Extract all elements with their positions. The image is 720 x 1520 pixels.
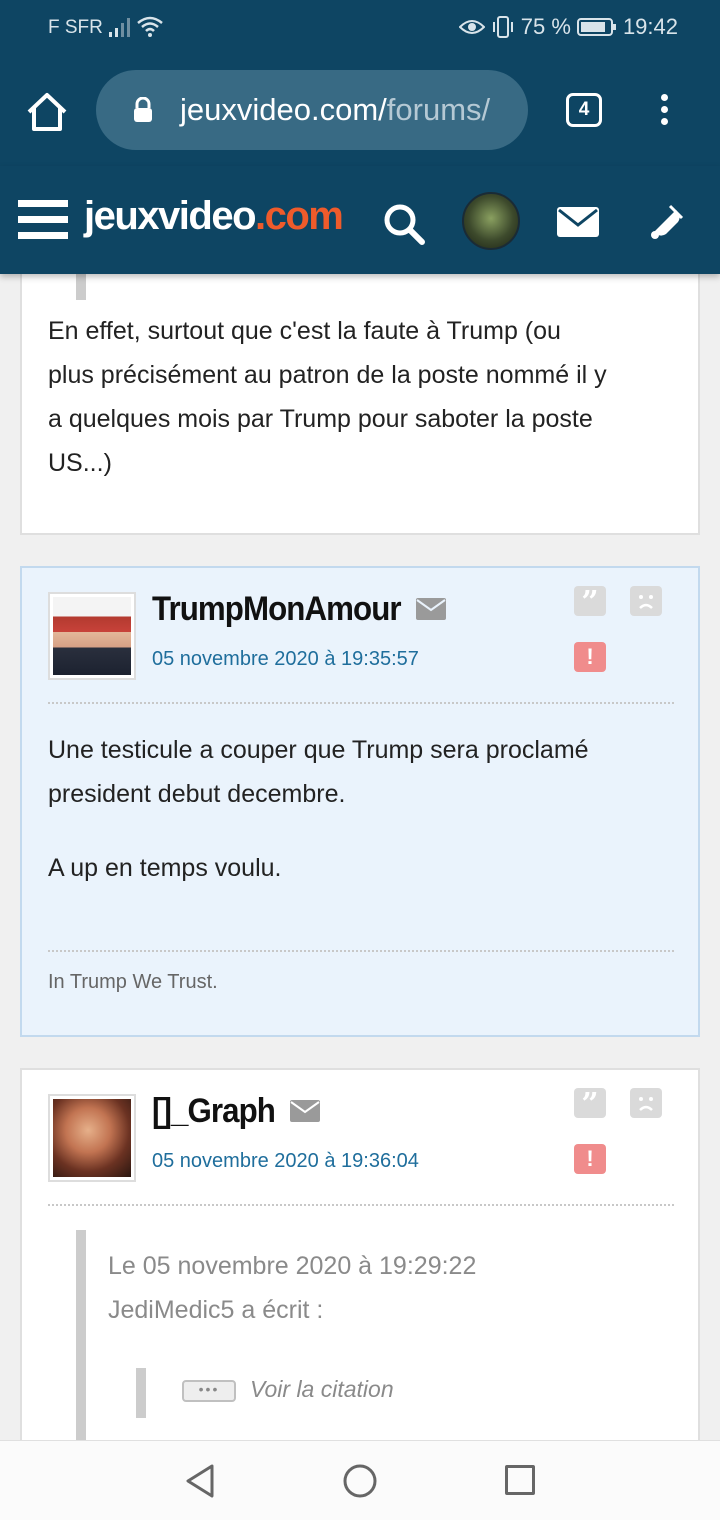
author-avatar[interactable] bbox=[48, 1094, 136, 1182]
wifi-icon bbox=[137, 16, 163, 37]
forum-content: En effet, surtout que c'est la faute à T… bbox=[0, 274, 720, 1440]
mail-icon[interactable] bbox=[416, 598, 446, 620]
menu-icon[interactable] bbox=[18, 200, 68, 242]
browser-toolbar: jeuxvideo.com/forums/ 4 bbox=[0, 56, 720, 166]
alert-icon[interactable]: ! bbox=[574, 1144, 606, 1174]
post-line: A up en temps voulu. bbox=[48, 854, 282, 882]
forum-post: TrumpMonAmour 05 novembre 2020 à 19:35:5… bbox=[20, 566, 700, 1037]
post-signature: In Trump We Trust. bbox=[48, 971, 218, 993]
quote-header: Le 05 novembre 2020 à 19:29:22 JediMedic… bbox=[108, 1244, 476, 1332]
quote-bar bbox=[76, 274, 86, 300]
clock: 19:42 bbox=[622, 14, 678, 39]
home-icon[interactable] bbox=[26, 92, 68, 132]
post-line: a quelques mois par Trump pour saboter l… bbox=[48, 405, 593, 433]
search-icon[interactable] bbox=[382, 202, 426, 246]
quote-author: JediMedic5 a écrit : bbox=[108, 1296, 324, 1324]
site-header: jeuxvideo.com bbox=[0, 166, 720, 274]
site-logo[interactable]: jeuxvideo.com bbox=[84, 194, 344, 239]
notification-bell-icon[interactable] bbox=[646, 202, 686, 242]
carrier-label: F SFR bbox=[48, 17, 103, 38]
post-line: US...) bbox=[48, 449, 112, 477]
post-body: Une testicule a couper que Trump sera pr… bbox=[48, 728, 589, 890]
forum-post: En effet, surtout que c'est la faute à T… bbox=[20, 274, 700, 535]
quote-date: Le 05 novembre 2020 à 19:29:22 bbox=[108, 1252, 477, 1280]
eye-icon bbox=[458, 20, 485, 34]
status-bar: F SFR 75 % 19:42 bbox=[0, 0, 720, 56]
lock-icon bbox=[134, 97, 152, 122]
vibrate-icon bbox=[492, 16, 513, 38]
trump-avatar-image bbox=[53, 597, 131, 675]
signal-icon bbox=[109, 18, 130, 37]
system-nav-bar bbox=[0, 1440, 720, 1520]
address-bar[interactable]: jeuxvideo.com/forums/ bbox=[96, 70, 528, 150]
tab-switcher-button[interactable]: 4 bbox=[566, 93, 602, 127]
divider bbox=[48, 1204, 674, 1206]
logo-suffix: .com bbox=[255, 194, 344, 238]
author-avatar[interactable] bbox=[48, 592, 136, 680]
url-path: forums/ bbox=[386, 92, 491, 127]
post-line: En effet, surtout que c'est la faute à T… bbox=[48, 317, 561, 345]
url-text: jeuxvideo.com/forums/ bbox=[180, 92, 490, 128]
nested-quote-bar bbox=[136, 1368, 146, 1418]
post-line: Une testicule a couper que Trump sera pr… bbox=[48, 736, 589, 764]
browser-menu-icon[interactable] bbox=[658, 94, 670, 130]
author-name[interactable]: TrumpMonAmour bbox=[152, 590, 402, 629]
logo-main: jeuxvideo bbox=[84, 194, 257, 238]
divider bbox=[48, 702, 674, 704]
back-icon[interactable] bbox=[184, 1463, 216, 1499]
quote-icon[interactable]: ” bbox=[574, 1088, 606, 1122]
show-quote-link[interactable]: Voir la citation bbox=[250, 1376, 394, 1403]
expand-quote-button[interactable]: ••• bbox=[182, 1380, 236, 1402]
author-name[interactable]: []_Graph bbox=[152, 1092, 276, 1131]
sad-face-icon[interactable] bbox=[630, 1088, 662, 1118]
post-date[interactable]: 05 novembre 2020 à 19:36:04 bbox=[152, 1150, 419, 1173]
divider bbox=[48, 950, 674, 952]
quote-bar bbox=[76, 1230, 86, 1440]
alert-icon[interactable]: ! bbox=[574, 642, 606, 672]
user-avatar[interactable] bbox=[462, 192, 520, 250]
post-body: En effet, surtout que c'est la faute à T… bbox=[48, 309, 607, 485]
post-line: plus précisément au patron de la poste n… bbox=[48, 361, 607, 389]
battery-percent: 75 % bbox=[520, 14, 571, 39]
battery-icon bbox=[576, 18, 616, 36]
status-right: 75 % 19:42 bbox=[458, 14, 678, 40]
quote-icon[interactable]: ” bbox=[574, 586, 606, 620]
sad-face-icon[interactable] bbox=[630, 586, 662, 616]
mail-icon[interactable] bbox=[556, 206, 600, 238]
graph-avatar-image bbox=[53, 1099, 131, 1177]
url-domain: jeuxvideo.com/ bbox=[180, 92, 387, 127]
home-circle-icon[interactable] bbox=[342, 1463, 378, 1499]
post-date[interactable]: 05 novembre 2020 à 19:35:57 bbox=[152, 648, 419, 671]
mail-icon[interactable] bbox=[290, 1100, 320, 1122]
post-line: president debut decembre. bbox=[48, 780, 346, 808]
recent-apps-icon[interactable] bbox=[505, 1465, 535, 1495]
forum-post: []_Graph 05 novembre 2020 à 19:36:04 ” !… bbox=[20, 1068, 700, 1440]
